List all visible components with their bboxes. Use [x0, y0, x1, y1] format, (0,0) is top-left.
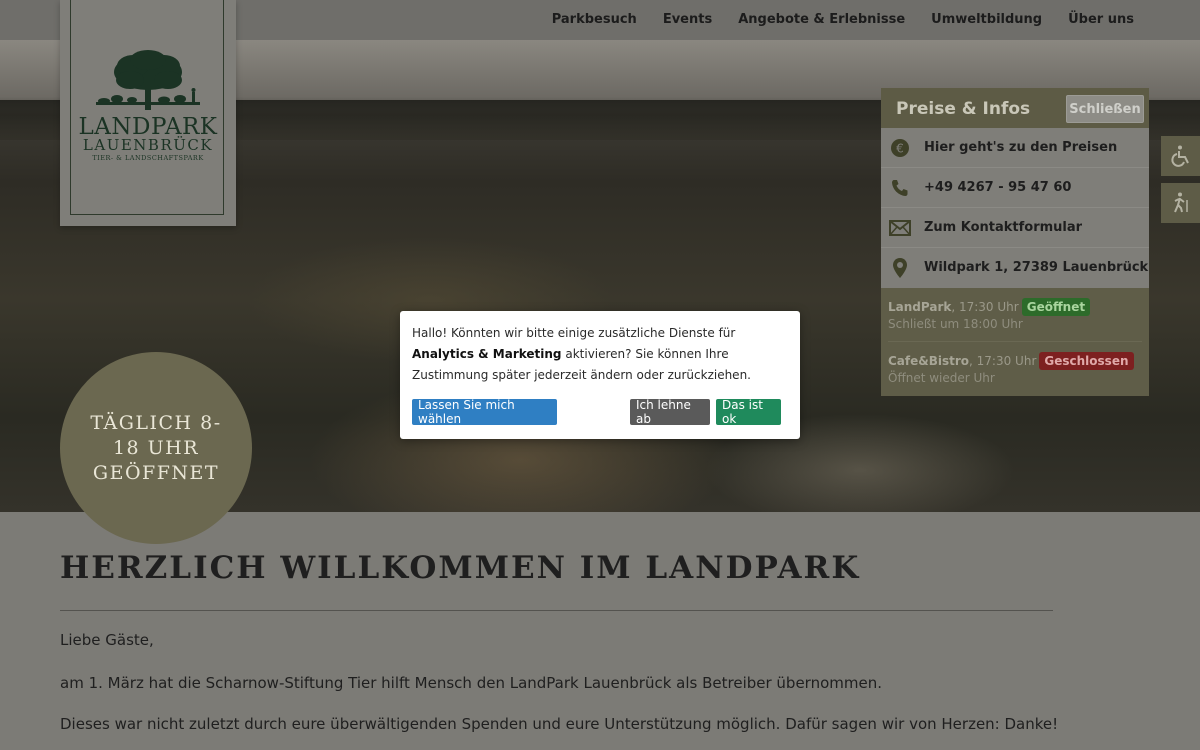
main-nav: Parkbesuch Events Angebote & Erlebnisse …	[552, 12, 1134, 27]
envelope-icon	[889, 217, 911, 239]
prices-link-label: Hier geht's zu den Preisen	[924, 140, 1118, 155]
panel-title: Preise & Infos	[896, 99, 1031, 119]
hiking-button[interactable]	[1161, 183, 1200, 223]
status-row-cafe-bistro: Cafe&Bistro, 17:30 Uhr Geschlossen Öffnet…	[888, 342, 1142, 396]
phone-link[interactable]: +49 4267 - 95 47 60	[881, 168, 1149, 208]
panel-links: € Hier geht's zu den Preisen +49 4267 - …	[881, 128, 1149, 288]
greeting-text: Liebe Gäste,	[60, 631, 154, 649]
status-time: , 17:30 Uhr	[951, 300, 1019, 314]
phone-icon	[889, 177, 911, 199]
tree-with-animals-icon	[96, 50, 200, 110]
prices-info-panel: Preise & Infos Schließen € Hier geht's z…	[881, 88, 1149, 396]
nav-umweltbildung[interactable]: Umweltbildung	[931, 12, 1042, 27]
page-title: HERZLICH WILLKOMMEN IM LANDPARK	[60, 550, 861, 586]
status-line: Cafe&Bistro, 17:30 Uhr Geschlossen	[888, 352, 1134, 370]
opening-status: LandPark, 17:30 Uhr Geöffnet Schließt um …	[881, 288, 1149, 396]
consent-choose-button[interactable]: Lassen Sie mich wählen	[412, 398, 557, 426]
logo-tagline: TIER- & LANDSCHAFTSPARK	[92, 154, 204, 162]
panel-header: Preise & Infos Schließen	[881, 88, 1149, 128]
consent-decline-button[interactable]: Ich lehne ab	[630, 398, 710, 426]
nav-ueber-uns[interactable]: Über uns	[1068, 12, 1134, 27]
euro-icon: €	[889, 137, 911, 159]
nav-angebote-erlebnisse[interactable]: Angebote & Erlebnisse	[738, 12, 905, 27]
status-line: LandPark, 17:30 Uhr Geöffnet	[888, 298, 1091, 316]
nav-events[interactable]: Events	[663, 12, 712, 27]
status-name: LandPark	[888, 300, 952, 314]
panel-close-button[interactable]: Schließen	[1066, 95, 1144, 123]
status-time: , 17:30 Uhr	[969, 354, 1037, 368]
nav-parkbesuch[interactable]: Parkbesuch	[552, 12, 637, 27]
consent-text-highlight: Analytics & Marketing	[412, 347, 562, 361]
consent-accept-button[interactable]: Das ist ok	[716, 398, 781, 426]
intro-paragraph: am 1. März hat die Scharnow-Stiftung Tie…	[60, 674, 882, 692]
hiking-icon	[1174, 192, 1188, 213]
site-logo[interactable]: LANDPARK LAUENBRÜCK TIER- & LANDSCHAFTSP…	[60, 0, 236, 226]
contact-form-link[interactable]: Zum Kontaktformular	[881, 208, 1149, 248]
map-pin-icon	[889, 257, 911, 279]
opening-hours-badge: TÄGLICH 8-18 UHR GEÖFFNET	[60, 352, 252, 544]
status-badge-closed: Geschlossen	[1039, 352, 1134, 370]
address-text: Wildpark 1, 27389 Lauenbrück	[924, 260, 1149, 275]
svg-text:€: €	[896, 142, 904, 156]
cookie-consent-dialog: Hallo! Könnten wir bitte einige zusätzli…	[400, 311, 800, 439]
consent-text-start: Hallo! Könnten wir bitte einige zusätzli…	[412, 326, 736, 340]
status-name: Cafe&Bistro	[888, 354, 970, 368]
status-row-landpark: LandPark, 17:30 Uhr Geöffnet Schließt um …	[888, 288, 1142, 342]
consent-message: Hallo! Könnten wir bitte einige zusätzli…	[412, 323, 790, 386]
status-note: Schließt um 18:00 Uhr	[888, 317, 1023, 331]
opening-hours-text: TÄGLICH 8-18 UHR GEÖFFNET	[90, 411, 222, 484]
logo-subtitle: LAUENBRÜCK	[82, 136, 214, 154]
contact-form-label: Zum Kontaktformular	[924, 220, 1083, 235]
thanks-paragraph: Dieses war nicht zuletzt durch eure über…	[60, 715, 1059, 733]
phone-number: +49 4267 - 95 47 60	[924, 180, 1072, 195]
main-content: HERZLICH WILLKOMMEN IM LANDPARK Liebe Gä…	[0, 512, 1200, 750]
wheelchair-icon	[1171, 145, 1189, 167]
address-link[interactable]: Wildpark 1, 27389 Lauenbrück	[881, 248, 1149, 288]
prices-link[interactable]: € Hier geht's zu den Preisen	[881, 128, 1149, 168]
status-note: Öffnet wieder Uhr	[888, 371, 995, 385]
title-divider	[60, 610, 1053, 611]
status-badge-open: Geöffnet	[1021, 298, 1091, 316]
accessibility-button[interactable]	[1161, 136, 1200, 176]
